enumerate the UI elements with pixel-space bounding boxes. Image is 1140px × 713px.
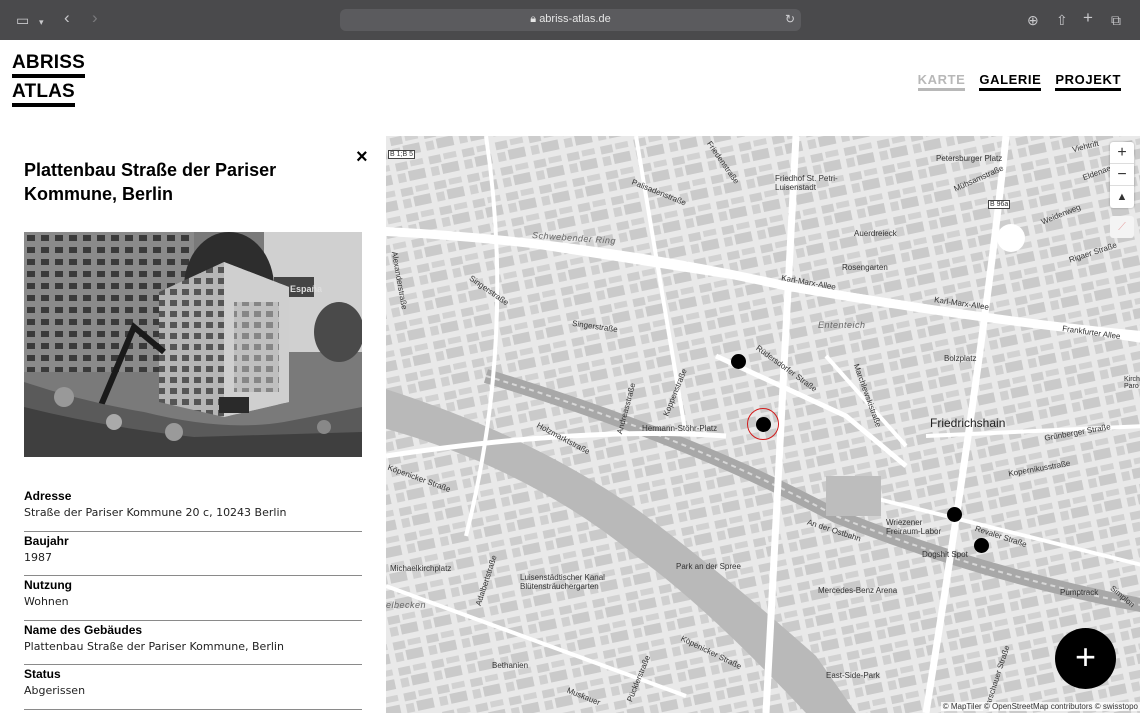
compass-north-icon[interactable]: ▲ <box>1110 186 1134 208</box>
field-label: Nutzung <box>24 578 72 592</box>
building-title: Plattenbau Straße der Pariser Kommune, B… <box>24 160 277 204</box>
chevron-down-icon[interactable]: ▾ <box>39 14 44 30</box>
field-adresse: Adresse Straße der Pariser Kommune 20 c,… <box>24 487 362 532</box>
field-name-des-gebaeudes: Name des Gebäudes Plattenbau Straße der … <box>24 621 362 665</box>
map-label: Friedhof St. Petri- Luisenstadt <box>775 174 838 192</box>
map-marker-selected[interactable] <box>756 417 771 432</box>
new-tab-icon[interactable]: + <box>1083 9 1093 26</box>
field-label: Baujahr <box>24 533 69 548</box>
map-label: Luisenstädtischer Kanal Blütensträucherg… <box>520 573 605 591</box>
back-icon[interactable]: ‹ <box>64 9 70 26</box>
map-label: Petersburger Platz <box>936 154 1003 163</box>
map-label: Auerdreieck <box>854 229 897 238</box>
zoom-in-button[interactable]: + <box>1110 142 1134 164</box>
nav-galerie[interactable]: GALERIE <box>979 72 1042 91</box>
map-label: Pumptrack <box>1060 588 1099 597</box>
building-details: Adresse Straße der Pariser Kommune 20 c,… <box>24 487 362 710</box>
field-value: Wohnen <box>24 595 69 608</box>
field-value: Abgerissen <box>24 684 86 697</box>
building-photo: España <box>24 232 362 457</box>
map-attribution[interactable]: © MapTiler © OpenStreetMap contributors … <box>940 702 1140 711</box>
map-label: Friedrichshain <box>930 416 1006 430</box>
reload-icon[interactable]: ↻ <box>785 12 795 26</box>
map-label: elbecken <box>386 600 427 610</box>
address-bar[interactable]: 🔒︎ abriss-atlas.de ↻ <box>340 9 801 31</box>
map-label: Ententeich <box>818 320 866 330</box>
field-value: 1987 <box>24 550 52 564</box>
map-marker[interactable] <box>947 507 962 522</box>
field-value: Straße der Pariser Kommune 20 c, 10243 B… <box>24 506 287 519</box>
map-label: Rosengarten <box>842 263 888 272</box>
map-label: Hermann-Stöhr-Platz <box>642 424 718 433</box>
map-label: B 96a <box>988 200 1011 209</box>
field-baujahr: Baujahr 1987 <box>24 532 362 576</box>
map-label: Bethanien <box>492 661 529 670</box>
map-label: Bolzplatz <box>944 354 977 363</box>
close-icon[interactable]: × <box>356 146 368 169</box>
map-label: Michaelkirchplatz <box>390 564 452 573</box>
download-icon[interactable]: ⊕ <box>1027 12 1039 28</box>
nav-projekt[interactable]: PROJEKT <box>1055 72 1121 91</box>
url-text: abriss-atlas.de <box>539 13 611 25</box>
map-label: Dogshit Spot <box>922 550 968 559</box>
photo-sign-text: España <box>290 284 323 294</box>
forward-icon[interactable]: › <box>92 9 98 26</box>
logo-line-1: ABRISS <box>12 52 85 78</box>
field-label: Name des Gebäudes <box>24 622 143 637</box>
map-label: Kirch Paro <box>1124 376 1140 390</box>
map-label: B 1;B 5 <box>388 150 415 159</box>
add-entry-button[interactable]: + <box>1055 628 1116 689</box>
map-marker[interactable] <box>731 354 746 369</box>
site-logo[interactable]: ABRISS ATLAS <box>12 52 86 107</box>
map-marker[interactable] <box>974 538 989 553</box>
field-label: Status <box>24 667 61 681</box>
zoom-out-button[interactable]: − <box>1110 164 1134 186</box>
map-label: Wriezener Freiraum-Labor <box>886 518 942 536</box>
logo-line-2: ATLAS <box>12 81 75 107</box>
map-label: Park an der Spree <box>676 562 741 571</box>
lock-icon: 🔒︎ <box>530 13 540 25</box>
sidebar-toggle-icon[interactable]: ▭ <box>16 12 29 28</box>
nav-karte[interactable]: KARTE <box>917 72 966 91</box>
map-label: East-Side-Park <box>826 671 880 680</box>
share-icon[interactable]: ⇧ <box>1056 12 1068 28</box>
detail-panel: Plattenbau Straße der Pariser Kommune, B… <box>0 136 386 713</box>
field-status: Status Abgerissen <box>24 665 362 710</box>
main-nav: KARTE GALERIE PROJEKT <box>917 72 1121 91</box>
field-label: Adresse <box>24 489 72 503</box>
map-zoom-controls: + − ▲ <box>1110 142 1134 208</box>
field-nutzung: Nutzung Wohnen <box>24 576 362 621</box>
tab-overview-icon[interactable]: ⧉ <box>1111 12 1121 28</box>
browser-toolbar: ▭ ▾ ‹ › 🔒︎ abriss-atlas.de ↻ ⊕ ⇧ + ⧉ <box>0 0 1140 40</box>
field-value: Plattenbau Straße der Pariser Kommune, B… <box>24 639 284 653</box>
map-view[interactable]: B 1;B 5 Friedhof St. Petri- Luisenstadt … <box>386 136 1140 713</box>
map-label: Mercedes-Benz Arena <box>818 586 898 595</box>
draw-tool-icon[interactable]: ⟋ <box>1110 216 1134 238</box>
